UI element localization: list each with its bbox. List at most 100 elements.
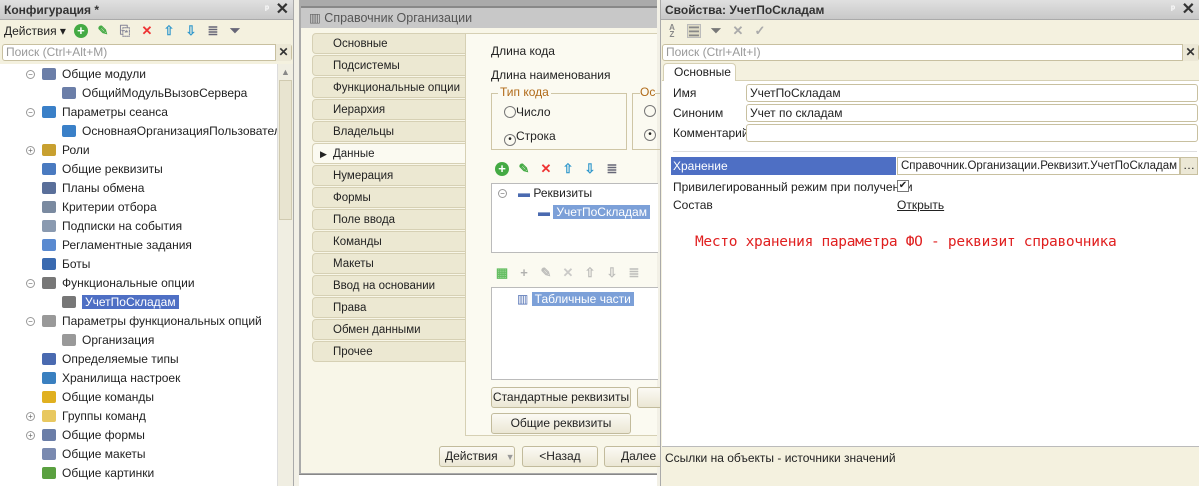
add-table-icon[interactable]: ▦ — [495, 266, 509, 280]
tree-row[interactable]: − Параметры функциональных опций — [26, 312, 262, 331]
tree-row[interactable]: Организация — [62, 331, 154, 350]
sort-alpha-icon[interactable]: AZ — [665, 24, 679, 39]
tab-13[interactable]: Обмен данными — [312, 319, 466, 340]
actions-menu[interactable]: Действия ▾ — [4, 24, 66, 38]
tree-row[interactable]: Общие реквизиты — [42, 160, 163, 179]
tree-row[interactable]: Критерии отбора — [42, 198, 157, 217]
sort-icon[interactable]: ≣ — [206, 24, 220, 38]
tab-5[interactable]: ▶ Данные — [312, 143, 466, 164]
close-icon[interactable]: ✕ — [276, 0, 289, 20]
pin-icon[interactable]: ᵖ — [1171, 0, 1175, 20]
close-icon[interactable]: ✕ — [1182, 0, 1195, 20]
tree-row-attributes[interactable]: − ▬ Реквизиты — [498, 184, 592, 203]
cancel-icon[interactable]: ✕ — [731, 24, 745, 38]
tree-row[interactable]: Подписки на события — [42, 217, 182, 236]
move-up-icon[interactable]: ⇧ — [162, 24, 176, 38]
copy-icon[interactable]: ⎘ — [118, 24, 132, 38]
tree-row[interactable]: Боты — [42, 255, 90, 274]
tree-row[interactable]: Общие команды — [42, 388, 154, 407]
move-up-icon[interactable]: ⇧ — [583, 266, 597, 280]
delete-icon[interactable]: ✕ — [140, 24, 154, 38]
collapse-icon[interactable]: − — [26, 279, 35, 288]
tab-6[interactable]: Нумерация — [312, 165, 466, 186]
radio-number[interactable]: Число — [504, 105, 551, 119]
tab-4[interactable]: Владельцы — [312, 121, 466, 142]
tree-row-tabular-parts[interactable]: ▥ Табличные части — [517, 290, 634, 309]
tab-14[interactable]: Прочее — [312, 341, 466, 362]
edit-icon[interactable]: ✎ — [96, 24, 110, 38]
tree-row-attribute[interactable]: ▬ УчетПоСкладам — [538, 203, 650, 222]
clear-search-icon[interactable]: ✕ — [1182, 44, 1198, 61]
tree-row[interactable]: Общие картинки — [42, 464, 154, 483]
add-icon[interactable]: + — [73, 24, 88, 38]
storage-select-button[interactable]: … — [1180, 157, 1198, 175]
tab-9[interactable]: Команды — [312, 231, 466, 252]
clear-search-icon[interactable]: ✕ — [275, 44, 291, 61]
apply-icon[interactable]: ✓ — [753, 24, 767, 38]
edit-icon[interactable]: ✎ — [539, 266, 553, 280]
sort-icon[interactable]: ≣ — [605, 162, 619, 176]
open-content-link[interactable]: Открыть — [897, 198, 944, 212]
collapse-icon[interactable]: − — [26, 108, 35, 117]
tab-3[interactable]: Иерархия — [312, 99, 466, 120]
move-down-icon[interactable]: ⇩ — [605, 266, 619, 280]
tree-row[interactable]: Общие макеты — [42, 445, 146, 464]
tab-10[interactable]: Макеты — [312, 253, 466, 274]
pin-icon[interactable]: ᵖ — [265, 0, 269, 20]
next-button[interactable]: Далее — [604, 446, 664, 467]
radio-string[interactable]: • Строка — [504, 129, 556, 146]
tree-row[interactable]: Планы обмена — [42, 179, 144, 198]
storage-field[interactable]: Справочник.Организации.Реквизит.УчетПоСк… — [897, 157, 1180, 175]
config-search-input[interactable]: Поиск (Ctrl+Alt+M) ✕ — [2, 44, 292, 61]
comment-field[interactable] — [746, 124, 1198, 142]
radio-series-2[interactable]: • — [644, 129, 656, 141]
tab-0[interactable]: Основные — [312, 33, 466, 54]
standard-attributes-button[interactable]: Стандартные реквизиты — [491, 387, 631, 408]
actions-dropdown-button[interactable]: Действия ▼ — [439, 446, 515, 467]
expand-icon[interactable]: + — [26, 412, 35, 421]
edit-icon[interactable]: ✎ — [517, 162, 531, 176]
tree-row[interactable]: Хранилища настроек — [42, 369, 180, 388]
tab-main[interactable]: Основные — [663, 63, 736, 81]
categories-icon[interactable]: ☰ — [687, 24, 701, 39]
tab-7[interactable]: Формы — [312, 187, 466, 208]
tree-row[interactable]: Определяемые типы — [42, 350, 179, 369]
tree-row[interactable]: − Параметры сеанса — [26, 103, 168, 122]
filter-icon[interactable]: ⏷ — [228, 24, 242, 38]
tree-row[interactable]: УчетПоСкладам — [62, 293, 179, 312]
tab-2[interactable]: Функциональные опции — [312, 77, 466, 98]
delete-icon[interactable]: ✕ — [539, 162, 553, 176]
privileged-checkbox[interactable]: ✔ — [897, 180, 909, 192]
tab-11[interactable]: Ввод на основании — [312, 275, 466, 296]
common-attributes-button[interactable]: Общие реквизиты — [491, 413, 631, 434]
move-up-icon[interactable]: ⇧ — [561, 162, 575, 176]
tree-scrollbar[interactable]: ▲ — [277, 64, 293, 486]
tree-row[interactable]: Регламентные задания — [42, 236, 192, 255]
synonym-field[interactable]: Учет по складам — [746, 104, 1198, 122]
expand-icon[interactable]: + — [26, 431, 35, 440]
sort-icon[interactable]: ≣ — [627, 266, 641, 280]
tree-row[interactable]: + Общие формы — [26, 426, 145, 445]
tree-row[interactable]: − Функциональные опции — [26, 274, 195, 293]
collapse-icon[interactable]: − — [26, 70, 35, 79]
add-row-icon[interactable]: + — [517, 266, 531, 280]
delete-icon[interactable]: ✕ — [561, 266, 575, 280]
scroll-thumb[interactable] — [279, 80, 292, 220]
tree-row[interactable]: + Роли — [26, 141, 90, 160]
collapse-icon[interactable]: − — [26, 317, 35, 326]
back-button[interactable]: <Назад — [522, 446, 598, 467]
properties-search-input[interactable]: Поиск (Ctrl+Alt+I) ✕ — [662, 44, 1199, 61]
tree-row[interactable]: ОсновнаяОрганизацияПользователя — [62, 122, 287, 141]
scroll-up-icon[interactable]: ▲ — [278, 64, 293, 80]
tree-row[interactable]: − Общие модули — [26, 65, 146, 84]
tree-row[interactable]: ОбщийМодульВызовСервера — [62, 84, 247, 103]
move-down-icon[interactable]: ⇩ — [184, 24, 198, 38]
tab-1[interactable]: Подсистемы — [312, 55, 466, 76]
filter-icon[interactable]: ⏷ — [709, 24, 723, 38]
move-down-icon[interactable]: ⇩ — [583, 162, 597, 176]
tab-8[interactable]: Поле ввода — [312, 209, 466, 230]
tree-row[interactable]: + Группы команд — [26, 407, 146, 426]
expand-icon[interactable]: + — [26, 146, 35, 155]
add-icon[interactable]: + — [495, 162, 509, 176]
radio-series-1[interactable] — [644, 105, 656, 117]
